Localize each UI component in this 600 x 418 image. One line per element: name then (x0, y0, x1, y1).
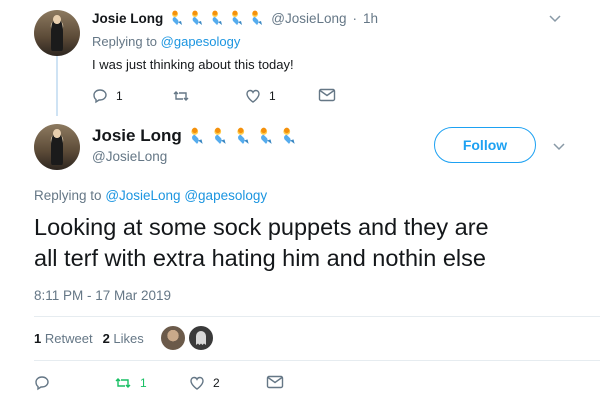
replying-to-prefix: Replying to (34, 188, 102, 203)
mermaid-icon (232, 10, 243, 25)
likes-label: Likes (113, 330, 144, 346)
thread-connector-line (56, 56, 58, 116)
display-name[interactable]: Josie Long (92, 126, 182, 146)
main-tweet-actions: 1 2 (34, 375, 294, 393)
likes-stat[interactable]: 2 Likes (103, 331, 144, 346)
mermaid-icon (214, 127, 226, 144)
mermaid-icon (237, 127, 249, 144)
main-tweet-header: Josie Long (92, 125, 298, 147)
avatar-figure (51, 133, 63, 166)
retweet-icon (115, 378, 131, 388)
avatar[interactable] (187, 325, 214, 351)
replying-to-prefix: Replying to (92, 34, 158, 49)
mermaid-icon (260, 127, 272, 144)
retweet-action[interactable] (172, 88, 198, 104)
reply-tweet-header: Josie Long @JosieLong · 1h (92, 9, 378, 27)
mermaid-icon (283, 127, 295, 144)
like-action[interactable]: 1 (245, 88, 276, 104)
follow-button[interactable]: Follow (434, 127, 536, 163)
like-count: 2 (213, 376, 220, 390)
handle[interactable]: @JosieLong (271, 11, 346, 26)
divider (34, 360, 600, 361)
reply-action[interactable] (34, 375, 58, 391)
replying-to-handle[interactable]: @gapesology (184, 188, 267, 203)
chevron-down-icon[interactable] (548, 14, 562, 24)
reply-count: 1 (116, 89, 123, 103)
tweet-text: I was just thinking about this today! (92, 57, 294, 72)
avatar[interactable] (34, 10, 80, 56)
likes-count: 2 (102, 330, 110, 346)
mermaid-icon (192, 10, 203, 25)
name-emojis (169, 10, 265, 26)
reply-action[interactable]: 1 (92, 88, 123, 104)
replying-to-line: Replying to @gapesology (92, 34, 240, 49)
heart-icon (246, 89, 260, 103)
envelope-icon (266, 375, 284, 389)
chevron-down-icon[interactable] (552, 142, 566, 152)
reply-tweet-actions: 1 1 (92, 88, 352, 106)
separator: · (352, 10, 358, 26)
tweet-text: Looking at some sock puppets and they ar… (34, 212, 489, 274)
avatar-head (53, 128, 61, 138)
avatar[interactable] (34, 124, 80, 170)
ghost-icon (195, 331, 206, 345)
envelope-icon (318, 88, 336, 102)
divider (34, 316, 600, 317)
replying-to-line: Replying to @JosieLong @gapesology (34, 188, 267, 203)
tweet-text-line: Looking at some sock puppets and they ar… (34, 214, 489, 240)
mermaid-icon (212, 10, 223, 25)
dm-action[interactable] (318, 88, 336, 102)
reply-icon (93, 89, 107, 104)
time[interactable]: 1h (363, 11, 378, 26)
timestamp[interactable]: 8:11 PM - 17 Mar 2019 (34, 288, 171, 303)
display-name[interactable]: Josie Long (92, 11, 163, 26)
tweet-text-line: all terf with extra hating him and nothi… (34, 245, 486, 271)
like-action[interactable]: 2 (189, 375, 220, 391)
handle[interactable]: @JosieLong (92, 149, 167, 164)
reply-icon (35, 376, 49, 391)
liker-avatars (159, 325, 214, 351)
retweet-action[interactable]: 1 (114, 375, 147, 391)
retweets-stat[interactable]: 1 Retweet (34, 331, 93, 346)
dm-action[interactable] (266, 375, 284, 389)
mermaid-icon (191, 127, 203, 144)
replying-to-handle[interactable]: @JosieLong (105, 188, 180, 203)
retweet-icon (173, 91, 189, 101)
avatar-figure (51, 19, 63, 52)
mermaid-icon (172, 10, 183, 25)
avatar-head (53, 14, 61, 24)
retweet-count: 1 (140, 376, 147, 390)
like-count: 1 (269, 89, 276, 103)
tweet-stats: 1 Retweet 2 Likes (34, 325, 214, 351)
name-emojis (188, 127, 298, 145)
retweets-count: 1 (34, 330, 42, 346)
retweets-label: Retweet (44, 330, 93, 346)
replying-to-handle[interactable]: @gapesology (161, 34, 241, 49)
avatar[interactable] (159, 325, 186, 351)
mermaid-icon (252, 10, 263, 25)
heart-icon (190, 376, 204, 390)
